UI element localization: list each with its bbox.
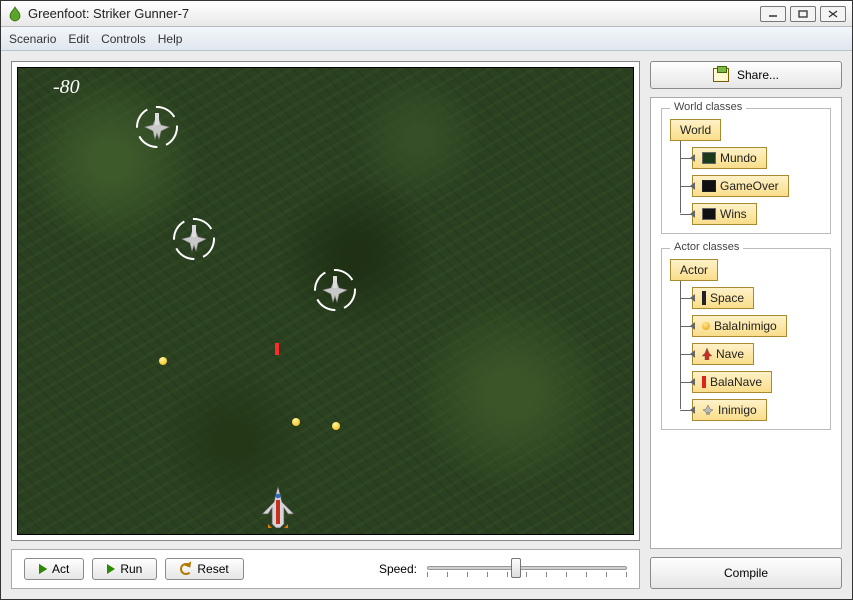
class-world-label: World (680, 123, 711, 137)
enemy-bullet (292, 418, 300, 426)
speed-slider[interactable] (427, 560, 627, 578)
class-inimigo[interactable]: Inimigo (692, 399, 767, 421)
enemy-ship[interactable] (172, 217, 216, 261)
act-icon (39, 564, 47, 574)
space-icon (702, 291, 706, 305)
act-button[interactable]: Act (24, 558, 84, 580)
actor-classes-group: Actor classes Actor SpaceBalaInimigoNave… (661, 248, 831, 430)
slider-thumb[interactable] (511, 558, 521, 578)
minimize-button[interactable] (760, 6, 786, 22)
class-label: Nave (716, 347, 744, 361)
class-wins[interactable]: Wins (692, 203, 757, 225)
inimigo-icon (702, 404, 714, 416)
world-frame: -80 (11, 61, 640, 541)
class-label: BalaNave (710, 375, 762, 389)
player-ship[interactable] (258, 484, 298, 528)
close-button[interactable] (820, 6, 846, 22)
window-controls (760, 6, 846, 22)
maximize-button[interactable] (790, 6, 816, 22)
class-label: BalaInimigo (714, 319, 777, 333)
share-button[interactable]: Share... (650, 61, 842, 89)
compile-button[interactable]: Compile (650, 557, 842, 589)
enemy-ship[interactable] (135, 105, 179, 149)
balaen-icon (702, 322, 710, 330)
share-icon (713, 68, 729, 82)
class-browser: World classes World Mundo GameOver Wins Ac… (650, 97, 842, 549)
menu-controls[interactable]: Controls (101, 32, 146, 46)
class-label: Space (710, 291, 744, 305)
class-actor-label: Actor (680, 263, 708, 277)
reset-button[interactable]: Reset (165, 558, 243, 580)
class-gameover[interactable]: GameOver (692, 175, 789, 197)
run-label: Run (120, 562, 142, 576)
class-label: GameOver (720, 179, 779, 193)
world-classes-legend: World classes (670, 101, 746, 113)
run-button[interactable]: Run (92, 558, 157, 580)
class-actor[interactable]: Actor (670, 259, 718, 281)
class-label: Inimigo (718, 403, 757, 417)
greenfoot-logo-icon (7, 6, 23, 22)
class-label: Wins (720, 207, 747, 221)
speed-label: Speed: (379, 562, 417, 576)
class-world[interactable]: World (670, 119, 721, 141)
compile-label: Compile (724, 566, 768, 580)
menu-edit[interactable]: Edit (68, 32, 89, 46)
slider-ticks (427, 572, 627, 578)
menu-help[interactable]: Help (158, 32, 183, 46)
share-label: Share... (737, 68, 779, 82)
world-classes-group: World classes World MundoGameOverWins (661, 108, 831, 234)
act-label: Act (52, 562, 69, 576)
slider-track (427, 566, 627, 570)
wins-icon (702, 208, 716, 220)
reset-label: Reset (197, 562, 228, 576)
class-nave[interactable]: Nave (692, 343, 754, 365)
enemy-bullet (332, 422, 340, 430)
gameover-icon (702, 180, 716, 192)
nave-icon (702, 348, 712, 360)
reset-icon (180, 563, 192, 575)
actor-classes-legend: Actor classes (670, 241, 743, 253)
class-balainimigo[interactable]: BalaInimigo (692, 315, 787, 337)
window-titlebar: Greenfoot: Striker Gunner-7 (1, 1, 852, 27)
class-mundo[interactable]: Mundo (692, 147, 767, 169)
class-space[interactable]: Space (692, 287, 754, 309)
menubar: Scenario Edit Controls Help (1, 27, 852, 51)
class-balanave[interactable]: BalaNave (692, 371, 772, 393)
enemy-ship[interactable] (313, 268, 357, 312)
world-viewport[interactable]: -80 (17, 67, 634, 535)
menu-scenario[interactable]: Scenario (9, 32, 56, 46)
speed-control: Speed: (379, 560, 627, 578)
controls-bar: Act Run Reset Speed: (11, 549, 640, 589)
play-icon (107, 564, 115, 574)
window-title: Greenfoot: Striker Gunner-7 (28, 6, 760, 21)
balanave-icon (702, 376, 706, 388)
mundo-icon (702, 152, 716, 164)
player-bullet (275, 343, 279, 355)
enemy-bullet (159, 357, 167, 365)
score-display: -80 (53, 76, 80, 99)
class-label: Mundo (720, 151, 757, 165)
